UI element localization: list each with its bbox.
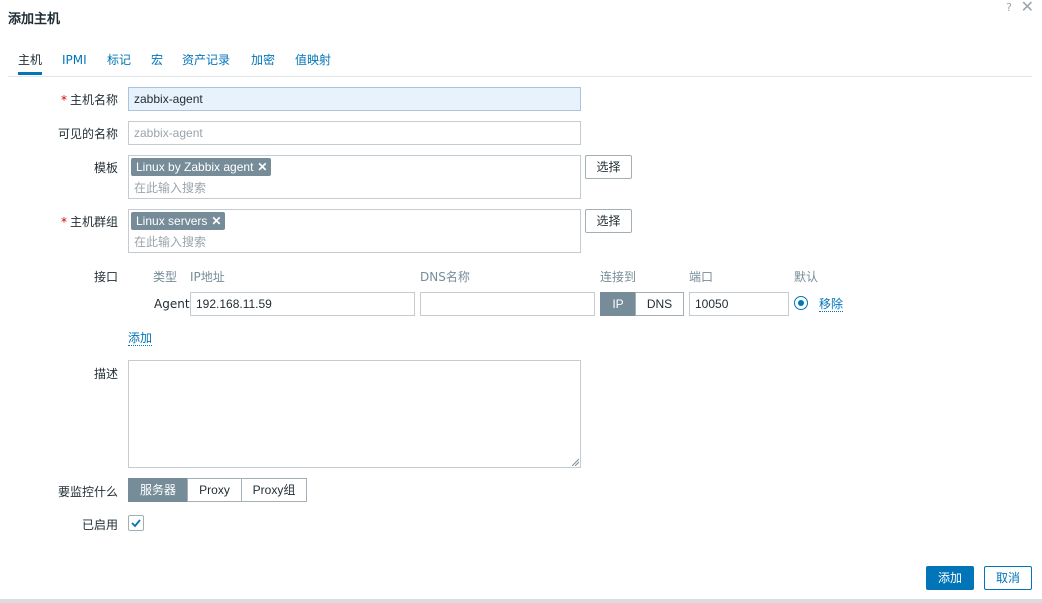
monitored-by-server[interactable]: 服务器 — [128, 478, 188, 502]
host-group-chip: Linux servers ✕ — [131, 212, 226, 230]
interfaces-label: 接口 — [93, 270, 118, 284]
close-icon[interactable]: ✕ — [1021, 0, 1034, 15]
enabled-checkbox[interactable] — [128, 515, 144, 531]
visible-name-input[interactable]: zabbix-agent — [128, 121, 581, 145]
templates-select-button[interactable]: 选择 — [585, 155, 632, 179]
interface-dns-input[interactable] — [420, 292, 595, 316]
tab-macros[interactable]: 宏 — [151, 52, 163, 74]
description-textarea[interactable] — [128, 360, 581, 468]
templates-search-placeholder[interactable]: 在此输入搜索 — [134, 179, 206, 196]
connect-to-ip-button[interactable]: IP — [600, 292, 636, 316]
tab-host[interactable]: 主机 — [18, 52, 43, 75]
bottom-divider — [0, 599, 1042, 603]
col-ip-header: IP地址 — [190, 270, 225, 284]
host-groups-search-placeholder[interactable]: 在此输入搜索 — [134, 233, 206, 250]
monitored-by-proxy-group[interactable]: Proxy组 — [241, 478, 307, 502]
default-interface-radio[interactable] — [794, 296, 808, 310]
add-interface-link[interactable]: 添加 — [128, 331, 153, 346]
tab-value-mapping[interactable]: 值映射 — [295, 52, 331, 74]
templates-multiselect[interactable]: Linux by Zabbix agent ✕ 在此输入搜索 — [128, 155, 581, 199]
remove-interface-link[interactable]: 移除 — [819, 297, 844, 312]
required-mark: * — [60, 93, 67, 107]
remove-chip-icon[interactable]: ✕ — [211, 214, 221, 228]
col-port-header: 端口 — [689, 270, 714, 284]
host-groups-select-button[interactable]: 选择 — [585, 209, 632, 233]
template-chip: Linux by Zabbix agent ✕ — [131, 158, 272, 176]
col-type-header: 类型 — [153, 270, 178, 284]
monitored-by-proxy[interactable]: Proxy — [187, 478, 242, 502]
required-mark: * — [60, 215, 67, 229]
host-groups-multiselect[interactable]: Linux servers ✕ 在此输入搜索 — [128, 209, 581, 253]
visible-name-label: 可见的名称 — [57, 127, 118, 141]
monitored-by-label: 要监控什么 — [57, 485, 118, 499]
tab-encryption[interactable]: 加密 — [251, 52, 275, 74]
enabled-label: 已启用 — [81, 518, 118, 532]
resize-handle-icon[interactable] — [571, 458, 579, 466]
col-dns-header: DNS名称 — [420, 270, 470, 284]
interface-ip-input[interactable]: 192.168.11.59 — [190, 292, 415, 316]
tab-inventory[interactable]: 资产记录 — [182, 52, 230, 74]
connect-to-dns-button[interactable]: DNS — [635, 292, 684, 316]
help-icon[interactable]: ? — [1006, 1, 1012, 14]
tab-ipmi[interactable]: IPMI — [62, 52, 87, 74]
host-groups-label: * 主机群组 — [60, 215, 118, 229]
interface-type: Agent — [154, 297, 190, 311]
visible-name-placeholder: zabbix-agent — [134, 126, 203, 140]
dialog-title: 添加主机 — [8, 12, 61, 27]
description-label: 描述 — [93, 367, 118, 381]
host-name-input[interactable]: zabbix-agent — [128, 87, 581, 111]
check-icon — [131, 519, 141, 528]
cancel-button[interactable]: 取消 — [984, 566, 1032, 590]
interface-port-input[interactable]: 10050 — [689, 292, 789, 316]
tab-bar: 主机 IPMI 标记 宏 资产记录 加密 值映射 — [8, 52, 1032, 77]
col-connect-header: 连接到 — [600, 270, 637, 284]
col-default-header: 默认 — [794, 270, 819, 284]
host-name-label: * 主机名称 — [60, 93, 118, 107]
add-button[interactable]: 添加 — [926, 566, 974, 590]
remove-chip-icon[interactable]: ✕ — [257, 160, 267, 174]
templates-label: 模板 — [93, 161, 118, 175]
tab-tags[interactable]: 标记 — [107, 52, 131, 74]
